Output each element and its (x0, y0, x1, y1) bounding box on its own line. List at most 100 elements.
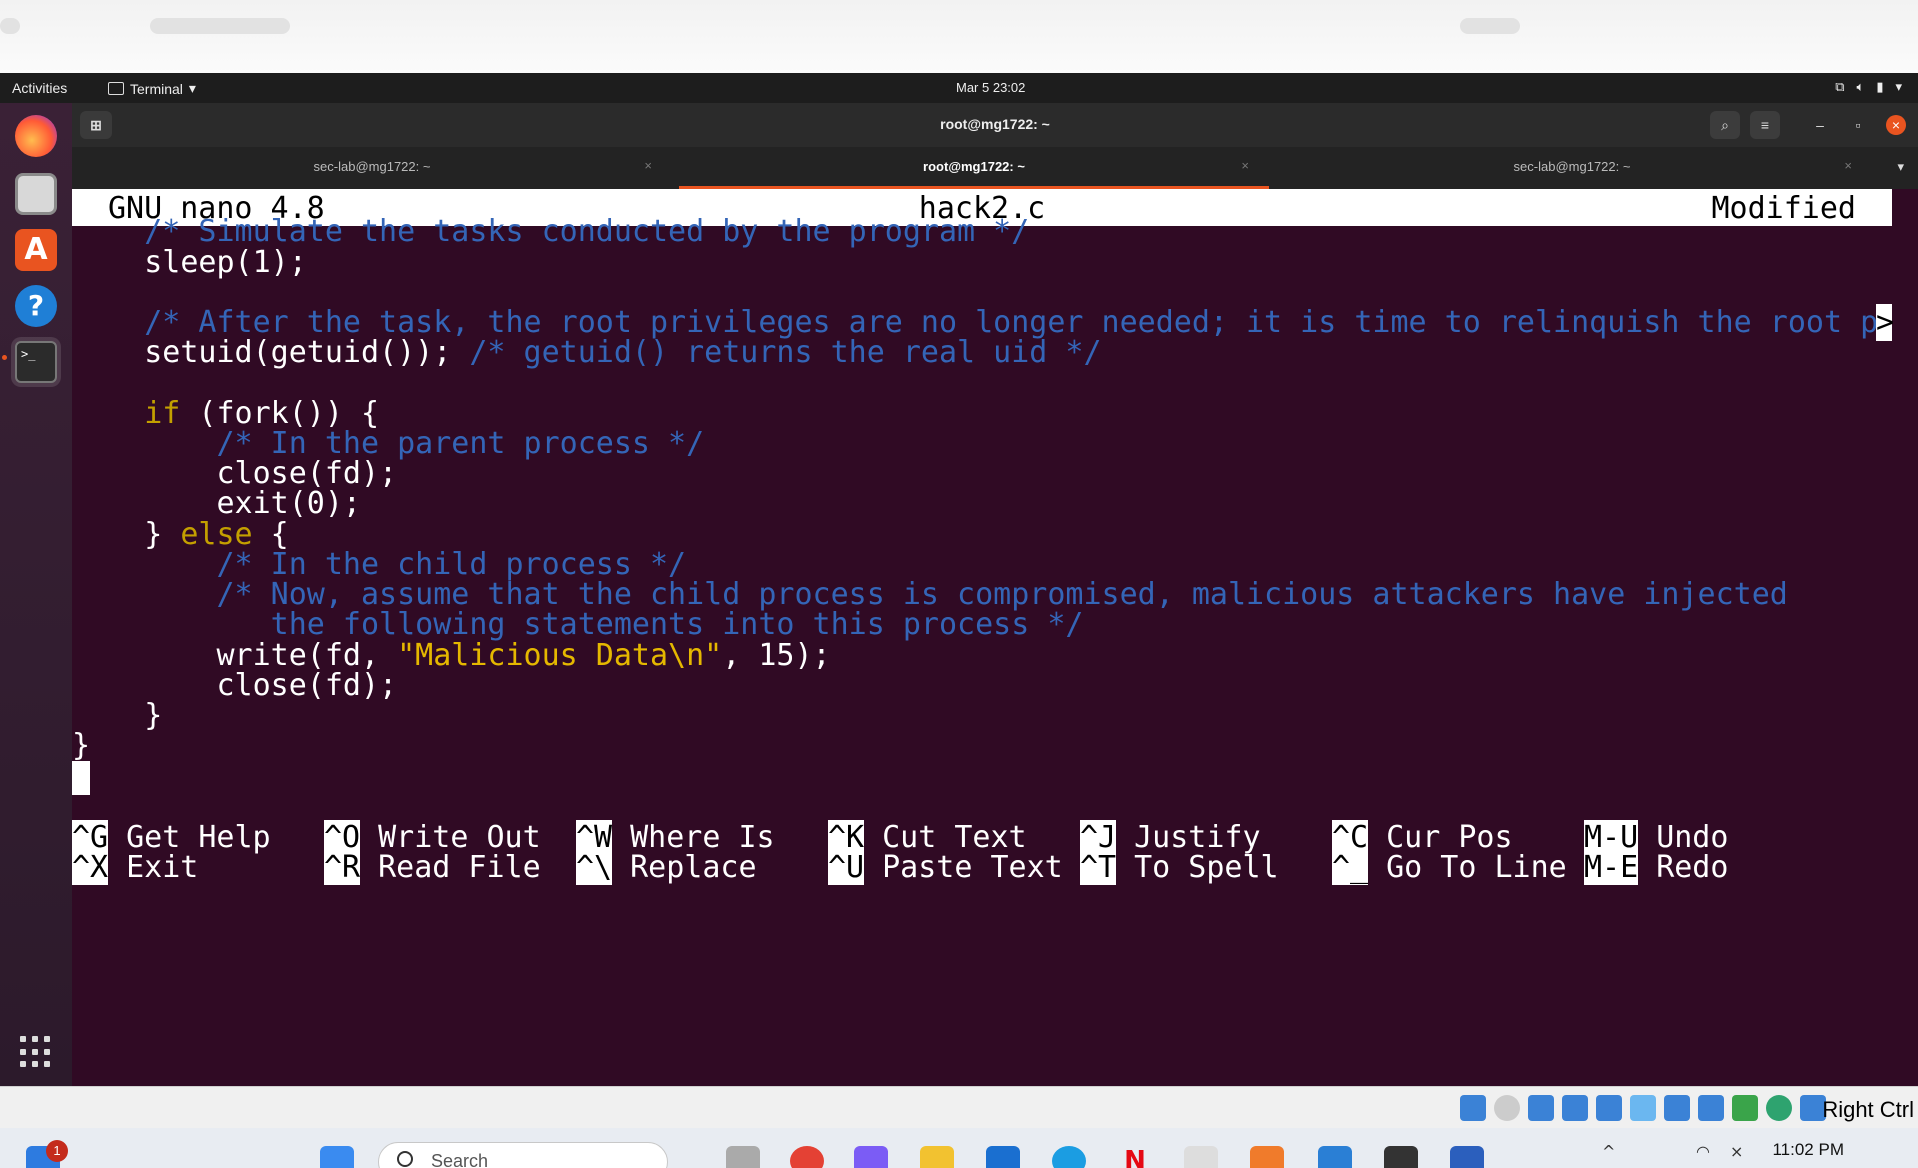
chrome-icon[interactable] (790, 1146, 824, 1168)
guest-additions-icon[interactable] (1766, 1095, 1792, 1121)
start-icon[interactable] (320, 1146, 354, 1168)
running-indicator (2, 355, 7, 360)
code-token: setuid(getuid()); (72, 335, 470, 370)
code-string: "Malicious Data\n" (397, 638, 723, 673)
restore-icon[interactable]: ▫ (1848, 115, 1868, 135)
shortcut-go-to-line[interactable]: ^_ Go To Line (1332, 849, 1567, 886)
terminal-dock-icon[interactable]: >_ (11, 337, 61, 387)
app-menu-label: Terminal (130, 80, 183, 97)
window-title: root@mg1722: ~ (940, 116, 1050, 132)
audio-icon[interactable] (1528, 1095, 1554, 1121)
file-explorer-icon[interactable] (920, 1146, 954, 1168)
clock[interactable]: Mar 5 23:02 (956, 80, 1025, 95)
close-icon[interactable]: × (1886, 115, 1906, 135)
search-box[interactable]: Search (378, 1142, 668, 1168)
virtualbox-statusbar: Right Ctrl (0, 1086, 1918, 1128)
shortcut-paste-text[interactable]: ^U Paste Text (828, 849, 1063, 886)
network-icon: ⧉ (1835, 79, 1845, 94)
terminal-taskbar-icon[interactable] (1384, 1146, 1418, 1168)
close-tab-icon[interactable]: × (1241, 158, 1249, 173)
host-key-label: Right Ctrl (1822, 1097, 1914, 1122)
search-icon[interactable]: ⌕ (1710, 111, 1740, 139)
shortcut-key: ^U (828, 850, 865, 885)
tab-label: root@mg1722: ~ (923, 159, 1025, 174)
shortcut-exit[interactable]: ^X Exit (72, 849, 198, 886)
shortcut-replace[interactable]: ^\ Replace (576, 849, 757, 886)
windows-taskbar: 1 Search N ^ ◠ × 11:02 PM (0, 1128, 1918, 1168)
wifi-icon[interactable]: ◠ (1696, 1142, 1710, 1161)
display-icon[interactable] (1664, 1095, 1690, 1121)
shortcut-label: Go To Line (1386, 850, 1567, 885)
tabs-menu-icon[interactable]: ▾ (1897, 159, 1904, 175)
code-comment: /* getuid() returns the real uid */ (469, 335, 1102, 370)
gnome-top-bar: Activities Terminal ▾ Mar 5 23:02 ⧉ 🔈︎ ▮… (0, 73, 1918, 103)
taskbar-clock[interactable]: 11:02 PM (1772, 1140, 1844, 1160)
close-tab-icon[interactable]: × (1844, 158, 1852, 173)
show-apps-icon[interactable] (20, 1036, 52, 1068)
software-center-icon[interactable]: A (11, 225, 61, 275)
notification-badge: 1 (46, 1140, 68, 1162)
shortcut-key: ^X (72, 850, 109, 885)
host-window-titlebar (0, 0, 1918, 73)
shortcut-key: M-E (1584, 850, 1639, 885)
nano-modified-status: Modified (1711, 191, 1857, 226)
shortcut-label: Read File (378, 850, 541, 885)
search-icon (397, 1151, 413, 1167)
network-adapter-icon[interactable] (1562, 1095, 1588, 1121)
dock: A ? >_ (0, 103, 72, 1086)
mute-icon[interactable]: × (1730, 1142, 1743, 1161)
recording-icon[interactable] (1698, 1095, 1724, 1121)
shortcut-label: Exit (126, 850, 199, 885)
tab-sec-lab-1[interactable]: sec-lab@mg1722: ~ × (72, 147, 672, 189)
code-line: sleep(1); (72, 245, 307, 280)
minimize-icon[interactable]: – (1810, 115, 1830, 135)
app-menu[interactable]: Terminal ▾ (108, 80, 196, 97)
tab-root[interactable]: root@mg1722: ~ × (679, 147, 1269, 189)
shortcut-key: ^_ (1332, 850, 1369, 885)
system-tray[interactable]: ⧉ 🔈︎ ▮ ▾ (1835, 79, 1902, 95)
task-view-icon[interactable] (726, 1146, 760, 1168)
word-icon[interactable] (1450, 1146, 1484, 1168)
shortcut-label: Replace (630, 850, 757, 885)
activities-button[interactable]: Activities (12, 80, 67, 96)
shortcut-to-spell[interactable]: ^T To Spell (1080, 849, 1279, 886)
vscode-icon[interactable] (1318, 1146, 1352, 1168)
close-tab-icon[interactable]: × (644, 158, 652, 173)
shortcut-key: ^\ (576, 850, 613, 885)
firefox-icon[interactable] (11, 111, 61, 161)
terminal-headerbar: ⊞ root@mg1722: ~ ⌕ ≡ – ▫ × (72, 103, 1918, 147)
code-line: setuid(getuid()); /* getuid() returns th… (72, 334, 1102, 371)
edge-icon[interactable] (1052, 1146, 1086, 1168)
shortcut-key: ^R (324, 850, 361, 885)
copilot-icon[interactable] (854, 1146, 888, 1168)
calculator-icon[interactable] (1184, 1146, 1218, 1168)
tab-label: sec-lab@mg1722: ~ (313, 159, 431, 174)
tab-label: sec-lab@mg1722: ~ (1513, 159, 1631, 174)
tab-bar: sec-lab@mg1722: ~ × root@mg1722: ~ × sec… (72, 147, 1918, 189)
vm-device-icons (1460, 1095, 1826, 1121)
shared-folders-icon[interactable] (1630, 1095, 1656, 1121)
cpu-icon[interactable] (1732, 1095, 1758, 1121)
shortcut-label: Paste Text (882, 850, 1063, 885)
nano-editor[interactable]: GNU nano 4.8 hack2.c Modified /* Simulat… (72, 189, 1918, 1086)
netflix-icon[interactable]: N (1118, 1146, 1152, 1168)
storage-icon[interactable] (1460, 1095, 1486, 1121)
text-cursor (72, 761, 90, 795)
usb-icon[interactable] (1596, 1095, 1622, 1121)
line-overflow-marker: > (1876, 304, 1895, 341)
chevron-down-icon: ▾ (1895, 79, 1902, 94)
menu-icon[interactable]: ≡ (1750, 111, 1780, 139)
files-icon[interactable] (11, 169, 61, 219)
optical-drive-icon[interactable] (1494, 1095, 1520, 1121)
shortcut-label: Redo (1656, 850, 1729, 885)
chevron-up-icon[interactable]: ^ (1602, 1142, 1615, 1161)
battery-icon: ▮ (1876, 79, 1884, 94)
terminal-icon (108, 82, 124, 95)
shortcut-redo[interactable]: M-E Redo (1584, 849, 1728, 886)
tab-sec-lab-2[interactable]: sec-lab@mg1722: ~ × (1272, 147, 1872, 189)
virtualbox-icon[interactable] (1250, 1146, 1284, 1168)
search-placeholder: Search (431, 1151, 489, 1168)
outlook-icon[interactable] (986, 1146, 1020, 1168)
help-icon[interactable]: ? (11, 281, 61, 331)
shortcut-read-file[interactable]: ^R Read File (324, 849, 541, 886)
